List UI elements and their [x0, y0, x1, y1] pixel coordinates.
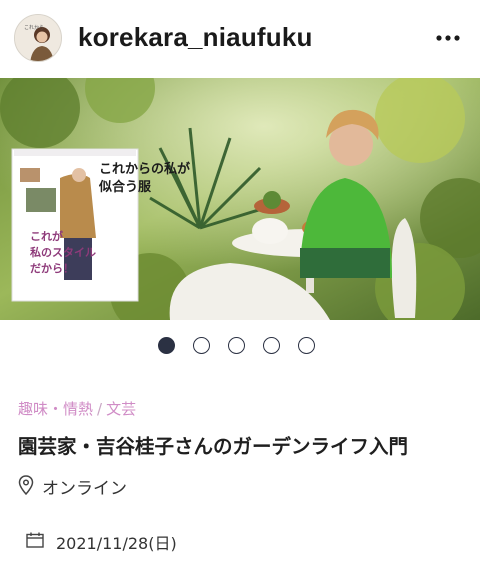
post-image[interactable]: これからの私が 似合う服 これが 私のスタイル だから！	[0, 78, 480, 320]
book-title-1: これからの私が	[99, 161, 190, 177]
location-pin-icon	[18, 475, 34, 495]
book-title-2: 似合う服	[98, 179, 152, 195]
carousel-dot-4[interactable]	[263, 337, 280, 354]
calendar-icon	[26, 532, 44, 548]
event-category: 趣味・情熱 / 文芸	[18, 398, 136, 419]
category-separator: /	[97, 400, 103, 418]
garden-photo: これからの私が 似合う服 これが 私のスタイル だから！	[0, 78, 480, 320]
carousel-dot-5[interactable]	[298, 337, 315, 354]
category-hobby[interactable]: 趣味・情熱	[18, 400, 93, 418]
svg-text:これから: これから	[24, 24, 44, 31]
carousel-dot-2[interactable]	[193, 337, 210, 354]
book-sub-2: 私のスタイル	[30, 245, 96, 259]
event-title: 園芸家・吉谷桂子さんのガーデンライフ入門	[18, 435, 409, 458]
more-options-icon[interactable]	[432, 24, 464, 52]
location-text: オンライン	[42, 479, 127, 499]
carousel-dot-3[interactable]	[228, 337, 245, 354]
date-text: 2021/11/28(日)	[56, 534, 177, 553]
book-sub-3: だから！	[30, 262, 74, 275]
username[interactable]: korekara_niaufuku	[78, 22, 313, 53]
profile-avatar[interactable]: これから	[14, 14, 62, 62]
post-header: これから korekara_niaufuku	[0, 0, 480, 78]
category-literature[interactable]: 文芸	[106, 400, 136, 418]
book-sub-1: これが	[30, 229, 63, 243]
carousel-dots	[0, 334, 480, 358]
avatar-illustration: これから	[15, 15, 61, 61]
carousel-dot-1[interactable]	[158, 337, 175, 354]
